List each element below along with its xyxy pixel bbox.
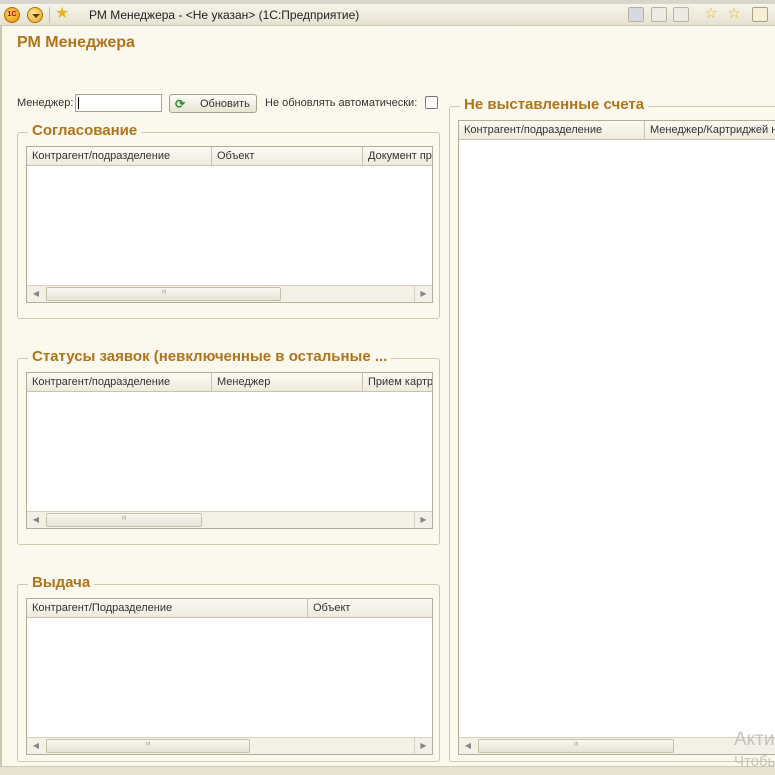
column-header[interactable]: Менеджер/Картриджей н — [645, 121, 775, 140]
scroll-left-icon[interactable]: ◀ — [27, 286, 45, 302]
scroll-left-icon[interactable]: ◀ — [27, 738, 45, 754]
issue-table[interactable]: Контрагент/Подразделение Объект ◀ ▶ — [26, 598, 433, 755]
horizontal-scrollbar[interactable]: ◀ ▶ — [27, 737, 432, 754]
scroll-left-icon[interactable]: ◀ — [459, 738, 477, 754]
table-header: Контрагент/подразделение Менеджер/Картри… — [459, 121, 775, 140]
scroll-right-icon[interactable]: ▶ — [414, 512, 432, 528]
save-icon[interactable] — [628, 7, 644, 22]
no-auto-refresh-label: Не обновлять автоматически: — [265, 97, 418, 109]
column-header[interactable]: Объект — [212, 147, 363, 166]
column-header[interactable]: Контрагент/подразделение — [27, 373, 212, 392]
scroll-right-icon[interactable]: ▶ — [414, 738, 432, 754]
scroll-thumb[interactable] — [478, 739, 674, 753]
issue-group: Выдача Контрагент/Подразделение Объект ◀… — [17, 574, 440, 762]
horizontal-scrollbar[interactable]: ◀ — [459, 737, 775, 754]
column-header[interactable]: Объект — [308, 599, 432, 618]
refresh-button-label: Обновить — [200, 98, 250, 110]
1c-logo-icon[interactable]: 1C — [4, 7, 20, 23]
statuses-table[interactable]: Контрагент/подразделение Менеджер Прием … — [26, 372, 433, 529]
refresh-icon: ⟳ — [175, 97, 186, 111]
preview-icon[interactable] — [673, 7, 689, 22]
column-header[interactable]: Менеджер — [212, 373, 363, 392]
table-header: Контрагент/подразделение Объект Документ… — [27, 147, 432, 166]
table-header: Контрагент/Подразделение Объект — [27, 599, 432, 618]
scroll-left-icon[interactable]: ◀ — [27, 512, 45, 528]
scroll-thumb[interactable] — [46, 287, 281, 301]
scroll-thumb[interactable] — [46, 739, 250, 753]
column-header[interactable]: Документ пр — [363, 147, 432, 166]
window-title: РМ Менеджера - <Не указан> (1С:Предприят… — [89, 8, 360, 22]
window-bottom-border — [0, 766, 775, 775]
horizontal-scrollbar[interactable]: ◀ ▶ — [27, 285, 432, 302]
print-icon[interactable] — [651, 7, 667, 22]
approval-group: Согласование Контрагент/подразделение Об… — [17, 122, 440, 319]
horizontal-scrollbar[interactable]: ◀ ▶ — [27, 511, 432, 528]
scroll-thumb[interactable] — [46, 513, 202, 527]
statuses-group: Статусы заявок (невключенные в остальные… — [17, 348, 440, 545]
text-caret — [78, 97, 79, 109]
issue-group-title: Выдача — [28, 574, 95, 591]
favorites-list-icon[interactable]: ☆ — [726, 6, 742, 22]
invoices-table[interactable]: Контрагент/подразделение Менеджер/Картри… — [458, 120, 775, 755]
table-header: Контрагент/подразделение Менеджер Прием … — [27, 373, 432, 392]
calculator-icon[interactable] — [752, 7, 768, 22]
column-header[interactable]: Контрагент/подразделение — [459, 121, 645, 140]
statuses-group-title: Статусы заявок (невключенные в остальные… — [28, 348, 392, 365]
column-header[interactable]: Контрагент/подразделение — [27, 147, 212, 166]
invoices-group-title: Не выставленные счета — [460, 96, 649, 113]
page-title: РМ Менеджера — [17, 34, 135, 51]
main-menu-icon[interactable] — [27, 7, 43, 23]
column-header[interactable]: Прием картр — [363, 373, 432, 392]
column-header[interactable]: Контрагент/Подразделение — [27, 599, 308, 618]
add-favorite-icon[interactable]: ☆ — [703, 6, 719, 22]
no-auto-refresh-checkbox[interactable] — [425, 96, 438, 109]
title-bar: 1C ★ РМ Менеджера - <Не указан> (1С:Пред… — [0, 4, 775, 26]
manager-label: Менеджер: — [17, 97, 74, 109]
scroll-right-icon[interactable]: ▶ — [414, 286, 432, 302]
activation-watermark: Акти — [734, 729, 775, 750]
favorites-star-icon[interactable]: ★ — [55, 5, 69, 23]
approval-table[interactable]: Контрагент/подразделение Объект Документ… — [26, 146, 433, 303]
approval-group-title: Согласование — [28, 122, 142, 139]
window-left-border — [0, 26, 2, 766]
manager-input[interactable]: ... × ⚲ — [75, 94, 231, 112]
toolbar-separator — [49, 7, 50, 23]
invoices-group: Не выставленные счета Контрагент/подразд… — [449, 96, 775, 762]
refresh-button[interactable]: ⟳ Обновить — [169, 94, 257, 113]
